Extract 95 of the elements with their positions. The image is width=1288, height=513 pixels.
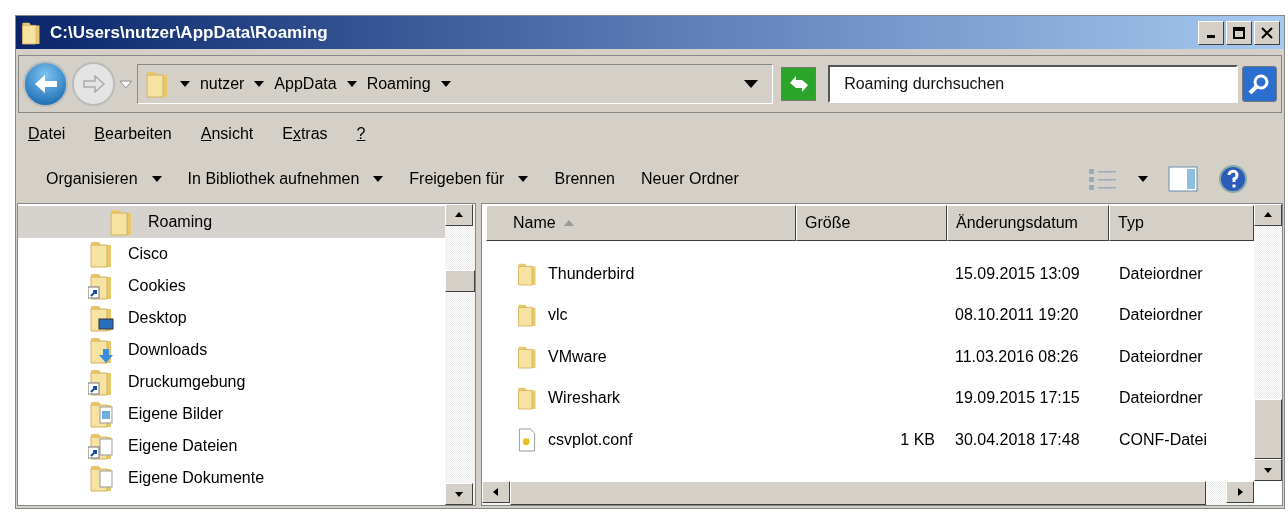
history-dropdown-icon[interactable]	[119, 79, 133, 89]
modified-date: 30.04.2018 17:48	[955, 430, 1080, 448]
column-header[interactable]: Name	[486, 205, 796, 241]
search-field[interactable]: Roaming durchsuchen	[828, 65, 1238, 103]
file-icon	[516, 426, 538, 453]
file-row[interactable]: vlc 08.10.2011 19:20 Dateiordner	[482, 294, 1254, 336]
minimize-button[interactable]	[1198, 20, 1224, 45]
scroll-arrow-button[interactable]	[482, 481, 510, 503]
tree-item[interactable]: Eigene Dokumente	[18, 462, 445, 494]
toolbar-button[interactable]: In Bibliothek aufnehmen	[179, 161, 392, 197]
back-button[interactable]	[23, 61, 69, 107]
desktop-folder-icon	[88, 303, 114, 333]
modified-date: 15.09.2015 13:09	[955, 264, 1080, 282]
scroll-arrow-button[interactable]	[445, 204, 473, 226]
vertical-scrollbar[interactable]	[445, 204, 475, 505]
modified-date: 19.09.2015 17:15	[955, 389, 1080, 407]
file-name: vlc	[548, 305, 568, 326]
vertical-scrollbar[interactable]	[1254, 204, 1282, 481]
tree-item[interactable]: Desktop	[18, 302, 445, 334]
download-folder-icon	[88, 335, 114, 365]
file-name: csvplot.conf	[548, 429, 633, 450]
address-bar[interactable]: nutzer AppData Roaming	[136, 64, 773, 104]
folder-icon	[516, 385, 538, 412]
view-dropdown-icon	[1138, 176, 1148, 182]
documents-folder-icon	[88, 463, 114, 493]
scrollbar-thumb[interactable]	[445, 270, 475, 292]
tree-item[interactable]: Cisco	[18, 238, 445, 270]
file-type: Dateiordner	[1119, 264, 1203, 282]
folder-shortcut-icon	[88, 367, 114, 397]
file-row[interactable]: VMware 11.03.2016 08:26 Dateiordner	[482, 336, 1254, 378]
folder-shortcut-icon	[88, 431, 114, 461]
file-row[interactable]: Thunderbird 15.09.2015 13:09 Dateiordner	[482, 253, 1254, 295]
column-header[interactable]: Änderungsdatum	[947, 205, 1109, 241]
breadcrumb-item[interactable]: nutzer	[199, 72, 245, 96]
toolbar-button[interactable]: Organisieren	[38, 161, 170, 197]
toolbar-button[interactable]: Neuer Ordner	[632, 161, 747, 197]
folder-icon	[516, 302, 538, 329]
breadcrumb-item[interactable]: AppData	[274, 72, 337, 96]
file-type: Dateiordner	[1119, 347, 1203, 365]
sort-arrow-icon	[563, 220, 574, 226]
maximize-button[interactable]	[1226, 20, 1252, 45]
menu-item[interactable]: Datei	[28, 122, 66, 146]
column-header[interactable]: Größe	[796, 205, 947, 241]
file-name: Wireshark	[548, 388, 620, 409]
scroll-arrow-button[interactable]	[1226, 481, 1254, 503]
column-header[interactable]: Typ	[1109, 205, 1254, 241]
menu-item[interactable]: Bearbeiten	[94, 122, 172, 146]
close-button[interactable]	[1254, 20, 1280, 45]
window-title: C:\Users\nutzer\AppData\Roaming	[50, 21, 329, 44]
menu-item[interactable]: Ansicht	[200, 122, 254, 146]
file-row[interactable]: Wireshark 19.09.2015 17:15 Dateiordner	[482, 377, 1254, 419]
tree-item[interactable]: Eigene Dateien	[18, 430, 445, 462]
breadcrumb-arrow-icon	[440, 81, 451, 87]
forward-arrow-icon	[81, 75, 106, 93]
toolbar-button[interactable]: Brennen	[546, 161, 623, 197]
file-name: Thunderbird	[548, 263, 635, 284]
tree-item[interactable]: Cookies	[18, 270, 445, 302]
breadcrumb-arrow-icon	[254, 81, 265, 87]
tree-item[interactable]: Eigene Bilder	[18, 398, 445, 430]
scroll-arrow-button[interactable]	[1254, 204, 1282, 226]
scroll-arrow-button[interactable]	[445, 483, 473, 505]
close-icon	[1260, 25, 1274, 40]
tree-item[interactable]: Druckumgebung	[18, 366, 445, 398]
search-button[interactable]	[1241, 66, 1277, 102]
dropdown-arrow-icon	[151, 176, 162, 182]
menu-item[interactable]: Extras	[282, 122, 328, 146]
dropdown-arrow-icon	[518, 176, 529, 182]
file-size: 1 KB	[900, 429, 935, 450]
folder-icon	[143, 69, 170, 99]
folder-icon	[108, 207, 134, 237]
scroll-arrow-button[interactable]	[1254, 459, 1282, 481]
tree-item[interactable]: Roaming	[18, 206, 445, 238]
tree-item[interactable]: Downloads	[18, 334, 445, 366]
modified-date: 11.03.2016 08:26	[955, 347, 1079, 365]
pictures-folder-icon	[88, 399, 114, 429]
refresh-button[interactable]	[780, 67, 817, 101]
breadcrumb-arrow-icon	[346, 81, 357, 87]
file-row[interactable]: csvplot.conf 1 KB 30.04.2018 17:48 CONF-Datei	[482, 419, 1254, 461]
maximize-icon	[1232, 25, 1246, 40]
breadcrumb-item[interactable]: Roaming	[366, 72, 431, 96]
minimize-icon	[1207, 35, 1215, 38]
folder-icon	[88, 239, 114, 269]
file-type: Dateiordner	[1119, 389, 1203, 407]
file-type: CONF-Datei	[1119, 430, 1207, 448]
file-name: VMware	[548, 346, 607, 367]
modified-date: 08.10.2011 19:20	[955, 306, 1079, 324]
help-icon[interactable]	[1218, 164, 1248, 194]
breadcrumb-arrow-icon	[179, 81, 190, 87]
dropdown-arrow-icon	[373, 176, 384, 182]
scrollbar-thumb[interactable]	[1254, 399, 1282, 459]
folder-shortcut-icon	[88, 271, 114, 301]
menu-item[interactable]: ?	[356, 122, 366, 146]
file-type: Dateiordner	[1119, 306, 1203, 324]
toolbar-button[interactable]: Freigeben für	[401, 161, 537, 197]
address-dropdown-icon[interactable]	[743, 80, 758, 88]
